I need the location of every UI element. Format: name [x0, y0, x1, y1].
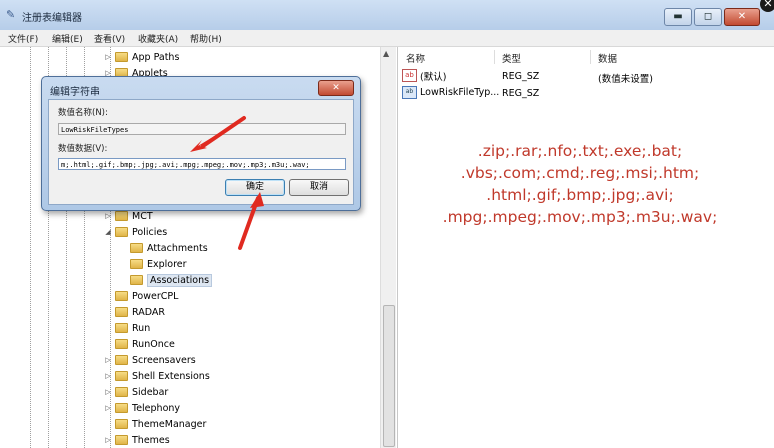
arrow-to-ok	[250, 192, 264, 208]
annotation-arrows	[190, 116, 264, 250]
arrow-to-field-shaft	[201, 116, 246, 148]
